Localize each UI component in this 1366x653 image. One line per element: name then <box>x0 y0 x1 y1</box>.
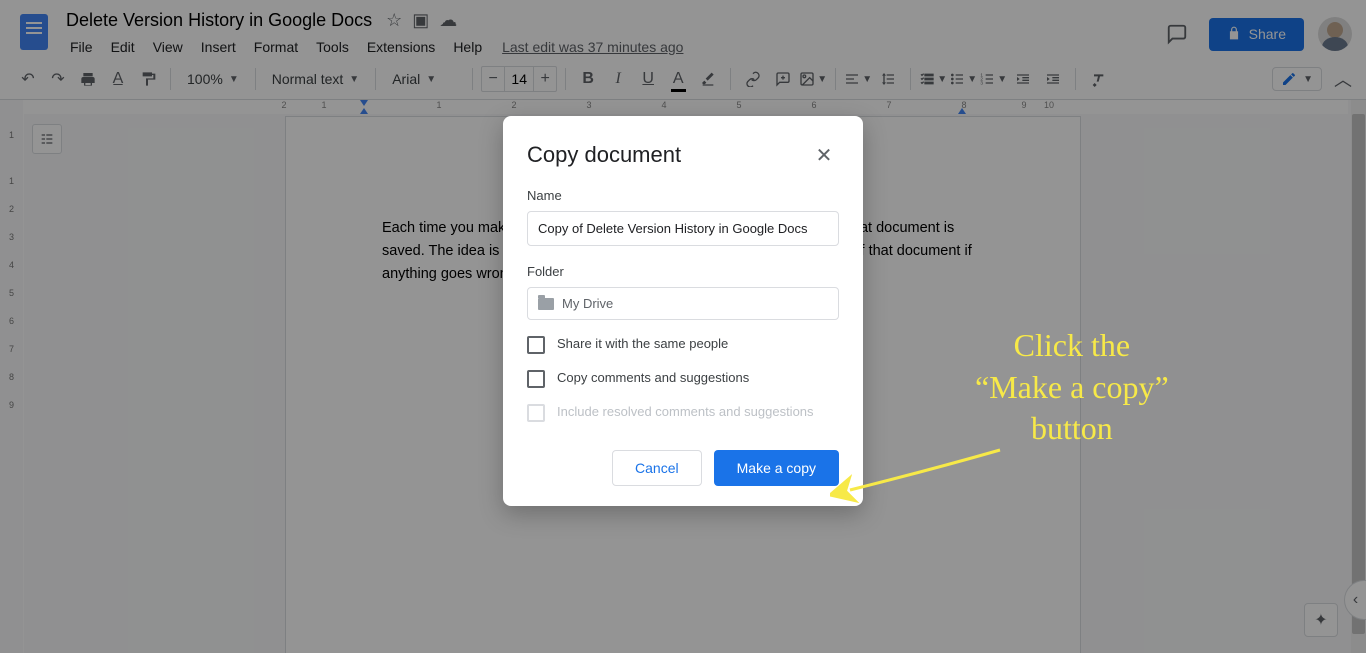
close-icon[interactable]: ✕ <box>809 140 839 170</box>
dialog-title: Copy document <box>527 142 681 168</box>
make-a-copy-button[interactable]: Make a copy <box>714 450 839 486</box>
copy-name-input[interactable] <box>527 211 839 246</box>
name-label: Name <box>527 188 839 203</box>
include-resolved-checkbox <box>527 404 545 422</box>
share-same-people-checkbox[interactable] <box>527 336 545 354</box>
share-same-people-row[interactable]: Share it with the same people <box>527 336 839 354</box>
copy-comments-label: Copy comments and suggestions <box>557 370 749 385</box>
copy-comments-row[interactable]: Copy comments and suggestions <box>527 370 839 388</box>
annotation-text: Click the “Make a copy” button <box>975 325 1169 450</box>
copy-comments-checkbox[interactable] <box>527 370 545 388</box>
include-resolved-row: Include resolved comments and suggestion… <box>527 404 839 422</box>
folder-select[interactable]: My Drive <box>527 287 839 320</box>
folder-icon <box>538 298 554 310</box>
include-resolved-label: Include resolved comments and suggestion… <box>557 404 814 419</box>
share-same-people-label: Share it with the same people <box>557 336 728 351</box>
folder-value: My Drive <box>562 296 613 311</box>
folder-label: Folder <box>527 264 839 279</box>
cancel-button[interactable]: Cancel <box>612 450 702 486</box>
copy-document-dialog: Copy document ✕ Name Folder My Drive Sha… <box>503 116 863 506</box>
